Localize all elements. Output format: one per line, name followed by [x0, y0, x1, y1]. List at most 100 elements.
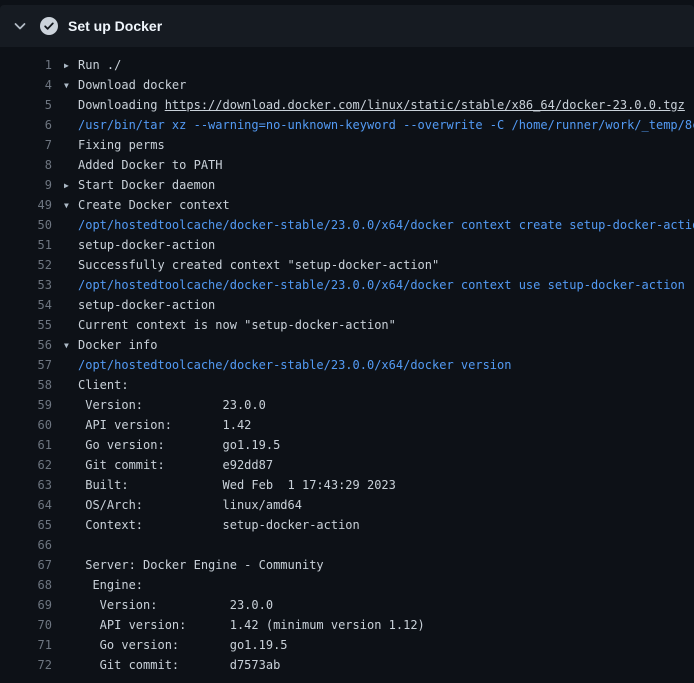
log-line: 71 Go version: go1.19.5: [0, 635, 694, 655]
log-line: 63 Built: Wed Feb 1 17:43:29 2023: [0, 475, 694, 495]
group-toggle-icon[interactable]: ▶: [64, 56, 78, 76]
line-number[interactable]: 69: [0, 595, 52, 615]
group-toggle-icon[interactable]: ▼: [64, 196, 78, 216]
line-number[interactable]: 70: [0, 615, 52, 635]
line-number[interactable]: 55: [0, 315, 52, 335]
log-command-text: /usr/bin/tar xz --warning=no-unknown-key…: [78, 118, 694, 132]
log-line: 54 setup-docker-action: [0, 295, 694, 315]
log-text: Fixing perms: [78, 138, 165, 152]
line-number[interactable]: 71: [0, 635, 52, 655]
log-line-text: OS/Arch: linux/amd64: [78, 498, 302, 512]
log-line: 72 Git commit: d7573ab: [0, 655, 694, 675]
log-text: API version: 1.42 (minimum version 1.12): [78, 618, 425, 632]
line-number[interactable]: 67: [0, 555, 52, 575]
actions-log-page: Set up Docker 1▶Run ./ 4▼Download docker…: [0, 0, 694, 683]
log-line-text: Git commit: d7573ab: [78, 658, 280, 672]
log-text: Successfully created context "setup-dock…: [78, 258, 439, 272]
group-toggle-icon[interactable]: ▶: [64, 176, 78, 196]
group-toggle-icon[interactable]: ▼: [64, 336, 78, 356]
log-line: 7 Fixing perms: [0, 135, 694, 155]
line-number[interactable]: 72: [0, 655, 52, 675]
log-line: 49 ▼Create Docker context: [0, 195, 694, 215]
log-text: Docker info: [78, 338, 157, 352]
log-line-text: Go version: go1.19.5: [78, 438, 280, 452]
line-number[interactable]: 66: [0, 535, 52, 555]
line-number[interactable]: 51: [0, 235, 52, 255]
log-text: Version: 23.0.0: [78, 398, 266, 412]
line-number[interactable]: 5: [0, 95, 52, 115]
log-group-toggle[interactable]: Run ./: [78, 58, 121, 72]
line-number[interactable]: 6: [0, 115, 52, 135]
line-number[interactable]: 9: [0, 175, 52, 195]
line-number[interactable]: 49: [0, 195, 52, 215]
line-number[interactable]: 65: [0, 515, 52, 535]
log-line-text: Go version: go1.19.5: [78, 638, 288, 652]
log-line: 60 API version: 1.42: [0, 415, 694, 435]
log-line-text: Successfully created context "setup-dock…: [78, 258, 439, 272]
log-line-text: Engine:: [78, 578, 143, 592]
log-container: 1▶Run ./ 4▼Download docker 5Downloading …: [0, 47, 694, 675]
log-text: setup-docker-action: [78, 238, 215, 252]
log-line: 4 ▼Download docker: [0, 75, 694, 95]
log-text: Go version: go1.19.5: [78, 638, 288, 652]
log-line: 1 ▶Run ./: [0, 55, 694, 75]
line-number[interactable]: 53: [0, 275, 52, 295]
log-line: 55Current context is now "setup-docker-a…: [0, 315, 694, 335]
line-number[interactable]: 4: [0, 75, 52, 95]
line-number[interactable]: 62: [0, 455, 52, 475]
log-text: OS/Arch: linux/amd64: [78, 498, 302, 512]
log-text: Added Docker to PATH: [78, 158, 223, 172]
log-line-text: Git commit: e92dd87: [78, 458, 273, 472]
log-line: 51 setup-docker-action: [0, 235, 694, 255]
log-text: Client:: [78, 378, 129, 392]
log-line-text: Built: Wed Feb 1 17:43:29 2023: [78, 478, 396, 492]
log-line-text: /usr/bin/tar xz --warning=no-unknown-key…: [78, 118, 694, 132]
log-text: Git commit: e92dd87: [78, 458, 273, 472]
log-line-text: Added Docker to PATH: [78, 158, 223, 172]
log-line-text: Downloading https://download.docker.com/…: [78, 98, 685, 112]
chevron-down-icon[interactable]: [12, 18, 28, 34]
line-number[interactable]: 50: [0, 215, 52, 235]
log-text: Context: setup-docker-action: [78, 518, 360, 532]
log-line: 8 Added Docker to PATH: [0, 155, 694, 175]
log-line: 56 ▼Docker info: [0, 335, 694, 355]
line-number[interactable]: 60: [0, 415, 52, 435]
log-line-text: /opt/hostedtoolcache/docker-stable/23.0.…: [78, 218, 694, 232]
line-number[interactable]: 8: [0, 155, 52, 175]
line-number[interactable]: 52: [0, 255, 52, 275]
group-toggle-icon[interactable]: ▼: [64, 76, 78, 96]
line-number[interactable]: 7: [0, 135, 52, 155]
log-line: 61 Go version: go1.19.5: [0, 435, 694, 455]
line-number[interactable]: 63: [0, 475, 52, 495]
log-group-toggle[interactable]: Docker info: [78, 338, 157, 352]
line-number[interactable]: 1: [0, 55, 52, 75]
log-command-text: /opt/hostedtoolcache/docker-stable/23.0.…: [78, 358, 511, 372]
log-line-text: setup-docker-action: [78, 298, 215, 312]
log-lines: 1▶Run ./ 4▼Download docker 5Downloading …: [0, 55, 694, 675]
log-line: 57/opt/hostedtoolcache/docker-stable/23.…: [0, 355, 694, 375]
log-text: Built: Wed Feb 1 17:43:29 2023: [78, 478, 396, 492]
log-line: 69 Version: 23.0.0: [0, 595, 694, 615]
line-number[interactable]: 59: [0, 395, 52, 415]
log-line: 53/opt/hostedtoolcache/docker-stable/23.…: [0, 275, 694, 295]
log-link[interactable]: https://download.docker.com/linux/static…: [165, 98, 685, 112]
step-header[interactable]: Set up Docker: [0, 5, 694, 47]
line-number[interactable]: 68: [0, 575, 52, 595]
log-line-text: Context: setup-docker-action: [78, 518, 360, 532]
line-number[interactable]: 61: [0, 435, 52, 455]
log-line-text: Version: 23.0.0: [78, 398, 266, 412]
log-line: 68 Engine:: [0, 575, 694, 595]
log-group-toggle[interactable]: Download docker: [78, 78, 186, 92]
log-text: Downloading: [78, 98, 165, 112]
line-number[interactable]: 57: [0, 355, 52, 375]
log-text: Engine:: [78, 578, 143, 592]
log-line-text: /opt/hostedtoolcache/docker-stable/23.0.…: [78, 278, 685, 292]
line-number[interactable]: 64: [0, 495, 52, 515]
log-line: 64 OS/Arch: linux/amd64: [0, 495, 694, 515]
log-group-toggle[interactable]: Create Docker context: [78, 198, 230, 212]
log-text: API version: 1.42: [78, 418, 251, 432]
line-number[interactable]: 54: [0, 295, 52, 315]
log-group-toggle[interactable]: Start Docker daemon: [78, 178, 215, 192]
line-number[interactable]: 56: [0, 335, 52, 355]
line-number[interactable]: 58: [0, 375, 52, 395]
